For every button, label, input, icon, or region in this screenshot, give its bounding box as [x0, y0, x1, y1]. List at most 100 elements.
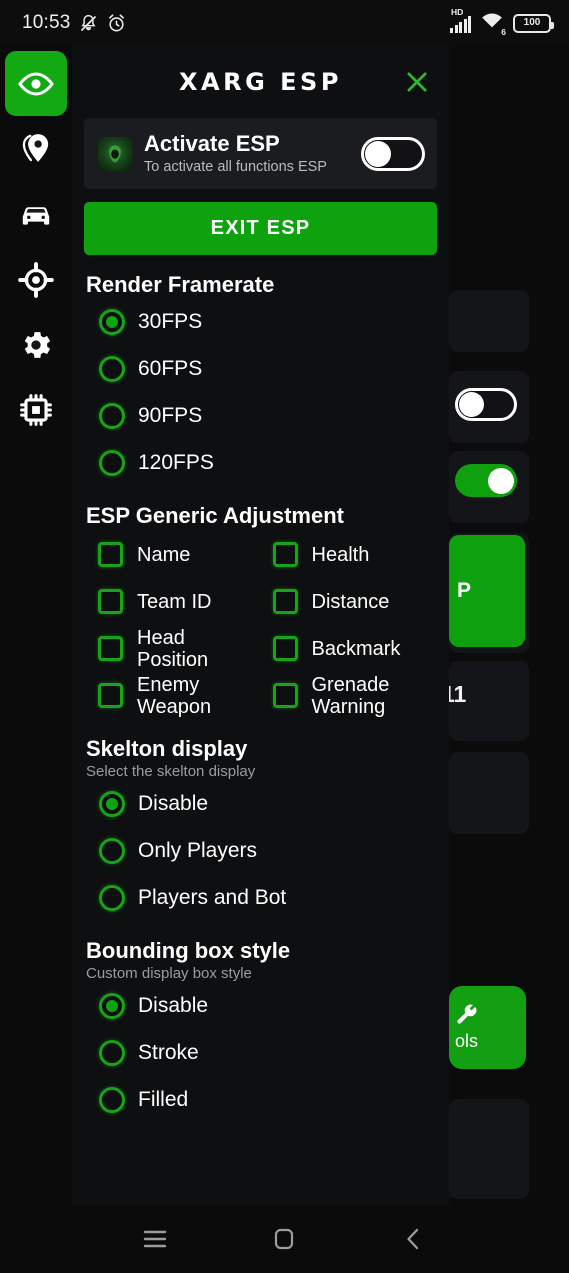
bg-card	[449, 752, 529, 834]
checkbox-row-team-id[interactable]: Team ID	[98, 578, 263, 625]
skelton-option-only-players[interactable]: Only Players	[84, 827, 437, 874]
battery-level-label: 100	[523, 17, 541, 28]
activate-esp-toggle[interactable]	[361, 136, 425, 171]
skelton-subtitle: Select the skelton display	[86, 763, 256, 781]
recents-button[interactable]	[131, 1215, 179, 1263]
bounding-heading: Bounding box style	[86, 938, 291, 964]
framerate-option-90[interactable]: 90FPS	[84, 392, 437, 439]
rail-item-memory[interactable]	[14, 388, 58, 432]
skelton-display-section: Skelton display Select the skelton displ…	[84, 736, 437, 921]
activate-esp-text: Activate ESP To activate all functions E…	[144, 131, 349, 176]
checkbox-row-distance[interactable]: Distance	[272, 578, 438, 625]
checkbox-icon	[98, 683, 123, 709]
bounding-option-stroke[interactable]: Stroke	[84, 1029, 437, 1076]
skelton-option-players-and-bot[interactable]: Players and Bot	[84, 874, 437, 921]
bounding-option-filled[interactable]: Filled	[84, 1076, 437, 1123]
bg-green-button[interactable]: P	[449, 535, 525, 647]
checkbox-label: Backmark	[311, 637, 401, 660]
eye-toggle-button[interactable]	[5, 51, 67, 116]
bg-toggle-on[interactable]	[455, 464, 517, 497]
activate-esp-card[interactable]: Activate ESP To activate all functions E…	[84, 118, 437, 190]
bounding-options: Disable Stroke Filled	[84, 982, 437, 1123]
rail-item-settings[interactable]	[14, 323, 58, 367]
skelton-label: Players and Bot	[138, 885, 287, 909]
wifi-icon: 6	[480, 11, 506, 37]
checkbox-row-health[interactable]: Health	[272, 531, 438, 578]
network-type-label: HD	[451, 7, 464, 17]
framerate-option-30[interactable]: 30FPS	[84, 298, 437, 345]
framerate-options: 30FPS 60FPS 90FPS 120FPS	[84, 298, 437, 486]
activate-esp-title: Activate ESP	[144, 131, 280, 156]
framerate-label: 120FPS	[138, 450, 214, 474]
skelton-options: Disable Only Players Players and Bot	[84, 780, 437, 921]
rail-item-vehicle[interactable]	[14, 193, 58, 237]
exit-esp-button[interactable]: EXIT ESP	[84, 202, 437, 256]
alarm-clock-icon	[108, 13, 124, 31]
render-framerate-section: Render Framerate 30FPS 60FPS 90FPS 120FP…	[84, 272, 437, 486]
framerate-option-120[interactable]: 120FPS	[84, 439, 437, 486]
radio-icon	[99, 355, 125, 382]
back-icon	[407, 1228, 419, 1250]
checkbox-label: Team ID	[137, 590, 212, 613]
checkbox-icon	[98, 589, 123, 615]
radio-icon	[99, 884, 125, 911]
home-icon	[275, 1228, 294, 1250]
render-framerate-heading: Render Framerate	[86, 272, 275, 298]
status-bar-left: 10:53	[22, 12, 127, 34]
checkbox-label: Grenade Warning	[311, 673, 390, 718]
rail-item-location[interactable]	[14, 126, 58, 170]
radio-icon	[99, 1086, 125, 1113]
radio-icon	[99, 837, 125, 864]
menu-icon	[143, 1230, 167, 1248]
bounding-label: Disable	[138, 993, 209, 1017]
bg-toggle-off[interactable]	[455, 388, 517, 421]
checkbox-row-backmark[interactable]: Backmark	[272, 625, 438, 672]
radio-icon	[99, 308, 125, 335]
back-button[interactable]	[390, 1215, 438, 1263]
bg-tools-tile[interactable]: ols	[449, 986, 526, 1069]
framerate-option-60[interactable]: 60FPS	[84, 345, 437, 392]
gear-icon	[24, 332, 51, 358]
checkbox-icon	[98, 636, 123, 662]
signal-icon: HD	[450, 7, 471, 33]
bounding-subtitle: Custom display box style	[86, 965, 252, 983]
close-button[interactable]	[402, 67, 432, 97]
checkbox-label: Head Position	[137, 626, 209, 671]
bounding-label: Filled	[138, 1087, 189, 1111]
esp-overlay-panel: XARG ESP Activate ESP To activate all fu…	[72, 46, 449, 1205]
crosshair-icon	[18, 262, 54, 298]
chip-icon	[20, 394, 52, 426]
radio-icon	[99, 449, 125, 476]
panel-header: XARG ESP	[72, 46, 449, 118]
home-button[interactable]	[260, 1215, 308, 1263]
checkbox-row-head-position[interactable]: Head Position	[98, 625, 263, 672]
skelton-label: Disable	[138, 791, 209, 815]
checkbox-row-grenade-warning[interactable]: Grenade Warning	[272, 672, 438, 719]
bounding-box-section: Bounding box style Custom display box st…	[84, 938, 437, 1123]
activate-esp-subtitle: To activate all functions ESP	[144, 159, 327, 176]
rail-item-aim[interactable]	[14, 258, 58, 302]
radio-icon	[99, 992, 125, 1019]
checkbox-icon	[272, 636, 298, 662]
bg-card	[449, 1099, 529, 1199]
close-icon	[407, 72, 427, 92]
checkbox-icon	[272, 542, 298, 568]
checkbox-label: Enemy Weapon	[137, 673, 212, 718]
skelton-label: Only Players	[138, 838, 258, 862]
car-icon	[22, 207, 50, 225]
app-logo-icon	[98, 136, 132, 171]
framerate-label: 90FPS	[138, 403, 203, 427]
status-bar-right: HD 6 100	[450, 7, 554, 37]
checkbox-row-name[interactable]: Name	[98, 531, 263, 578]
esp-generic-heading: ESP Generic Adjustment	[86, 503, 344, 529]
checkbox-row-enemy-weapon[interactable]: Enemy Weapon	[98, 672, 263, 719]
bounding-option-disable[interactable]: Disable	[84, 982, 437, 1029]
skelton-option-disable[interactable]: Disable	[84, 780, 437, 827]
framerate-label: 30FPS	[138, 309, 203, 333]
checkbox-icon	[272, 589, 298, 615]
radio-icon	[99, 1039, 125, 1066]
silent-bell-icon	[80, 14, 96, 31]
checkbox-label: Name	[137, 543, 191, 566]
battery-icon: 100	[513, 13, 554, 33]
location-pin-icon	[22, 134, 49, 162]
